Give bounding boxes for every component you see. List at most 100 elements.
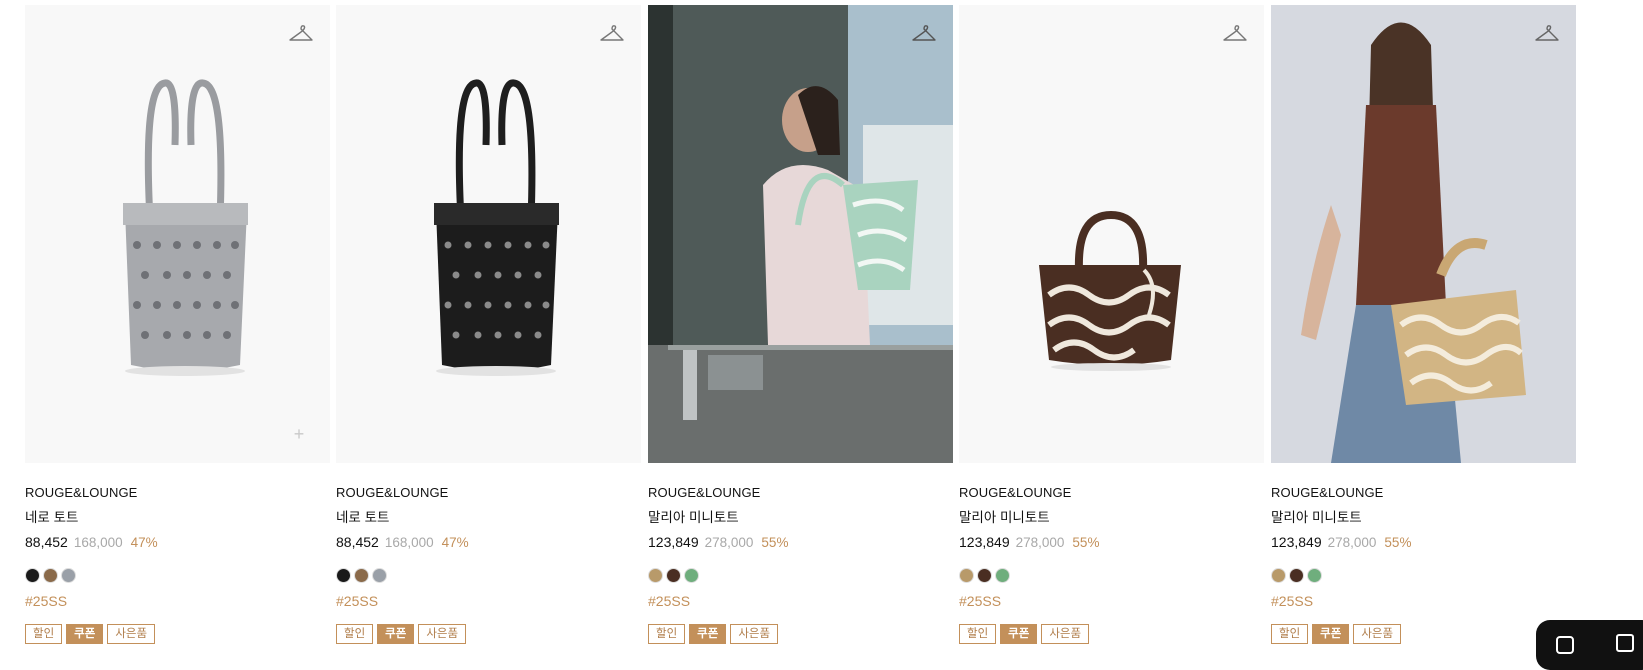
coupon-chip: 쿠폰 <box>689 624 727 644</box>
product-card[interactable]: ROUGE&LOUNGE 말리아 미니토트 123,849 278,000 55% … <box>648 5 953 644</box>
discount-chip: 할인 <box>959 624 997 644</box>
discount-chip: 할인 <box>336 624 374 644</box>
coupon-chip: 쿠폰 <box>1312 624 1350 644</box>
product-image[interactable] <box>1271 5 1576 463</box>
original-price: 168,000 <box>384 535 434 550</box>
color-swatches <box>648 568 953 583</box>
product-card[interactable]: ROUGE&LOUNGE 말리아 미니토트 123,849 278,000 55% … <box>959 5 1264 644</box>
color-swatch[interactable] <box>354 568 369 583</box>
discount-rate: 55% <box>1384 535 1412 550</box>
hanger-icon[interactable] <box>288 23 314 45</box>
model-mint-tote-image <box>648 5 953 463</box>
brand-name[interactable]: ROUGE&LOUNGE <box>1271 485 1576 501</box>
color-swatch[interactable] <box>648 568 663 583</box>
price-row: 123,849 278,000 55% <box>959 533 1264 551</box>
product-name[interactable]: 말리아 미니토트 <box>648 509 953 526</box>
color-swatch[interactable] <box>684 568 699 583</box>
hashtag[interactable]: #25SS <box>959 592 1264 610</box>
discount-chip: 할인 <box>1271 624 1309 644</box>
product-card[interactable]: + ROUGE&LOUNGE 네로 토트 88,452 168,000 47% #2… <box>25 5 330 644</box>
coupon-chip: 쿠폰 <box>1000 624 1038 644</box>
product-name[interactable]: 말리아 미니토트 <box>959 509 1264 526</box>
product-card[interactable]: ROUGE&LOUNGE 네로 토트 88,452 168,000 47% #25S… <box>336 5 641 644</box>
color-swatch[interactable] <box>25 568 40 583</box>
gift-chip: 사은품 <box>1353 624 1402 644</box>
product-grid: + ROUGE&LOUNGE 네로 토트 88,452 168,000 47% #2… <box>0 0 1643 670</box>
color-swatches <box>336 568 641 583</box>
sale-price: 88,452 <box>25 534 68 550</box>
hanger-icon[interactable] <box>911 23 937 45</box>
original-price: 168,000 <box>73 535 123 550</box>
price-row: 123,849 278,000 55% <box>1271 533 1576 551</box>
color-swatches <box>25 568 330 583</box>
benefit-chips: 할인 쿠폰 사은품 <box>336 624 641 644</box>
brand-name[interactable]: ROUGE&LOUNGE <box>25 485 330 501</box>
product-name[interactable]: 네로 토트 <box>25 509 330 526</box>
discount-chip: 할인 <box>648 624 686 644</box>
price-row: 88,452 168,000 47% <box>25 533 330 551</box>
color-swatch[interactable] <box>995 568 1010 583</box>
brand-name[interactable]: ROUGE&LOUNGE <box>959 485 1264 501</box>
coupon-chip: 쿠폰 <box>377 624 415 644</box>
price-row: 88,452 168,000 47% <box>336 533 641 551</box>
price-row: 123,849 278,000 55% <box>648 533 953 551</box>
discount-rate: 55% <box>761 535 789 550</box>
product-name[interactable]: 네로 토트 <box>336 509 641 526</box>
black-bead-tote-image <box>336 5 641 463</box>
color-swatch[interactable] <box>43 568 58 583</box>
plus-icon[interactable]: + <box>291 425 307 443</box>
sale-price: 123,849 <box>648 534 699 550</box>
discount-chip: 할인 <box>25 624 63 644</box>
gift-chip: 사은품 <box>418 624 467 644</box>
original-price: 278,000 <box>1015 535 1065 550</box>
sale-price: 88,452 <box>336 534 379 550</box>
sale-price: 123,849 <box>1271 534 1322 550</box>
color-swatch[interactable] <box>1289 568 1304 583</box>
color-swatch[interactable] <box>1307 568 1322 583</box>
hanger-icon[interactable] <box>1534 23 1560 45</box>
product-image[interactable] <box>336 5 641 463</box>
discount-rate: 47% <box>130 535 158 550</box>
floating-action-bar[interactable] <box>1536 620 1643 670</box>
hashtag[interactable]: #25SS <box>1271 592 1576 610</box>
product-name[interactable]: 말리아 미니토트 <box>1271 509 1576 526</box>
product-image[interactable]: + <box>25 5 330 463</box>
hashtag[interactable]: #25SS <box>336 592 641 610</box>
color-swatch[interactable] <box>666 568 681 583</box>
product-image[interactable] <box>648 5 953 463</box>
benefit-chips: 할인 쿠폰 사은품 <box>25 624 330 644</box>
coupon-chip: 쿠폰 <box>66 624 104 644</box>
model-beige-tote-image <box>1271 5 1576 463</box>
color-swatch[interactable] <box>959 568 974 583</box>
original-price: 278,000 <box>1327 535 1377 550</box>
product-card[interactable]: ROUGE&LOUNGE 말리아 미니토트 123,849 278,000 55% … <box>1271 5 1576 644</box>
brand-name[interactable]: ROUGE&LOUNGE <box>648 485 953 501</box>
benefit-chips: 할인 쿠폰 사은품 <box>959 624 1264 644</box>
gift-chip: 사은품 <box>107 624 156 644</box>
hashtag[interactable]: #25SS <box>648 592 953 610</box>
color-swatch[interactable] <box>61 568 76 583</box>
color-swatch[interactable] <box>372 568 387 583</box>
color-swatches <box>959 568 1264 583</box>
share-icon[interactable] <box>1556 636 1574 654</box>
gift-chip: 사은품 <box>730 624 779 644</box>
hashtag[interactable]: #25SS <box>25 592 330 610</box>
discount-rate: 55% <box>1072 535 1100 550</box>
hanger-icon[interactable] <box>1222 23 1248 45</box>
silver-bead-tote-image <box>25 5 330 463</box>
product-image[interactable] <box>959 5 1264 463</box>
hanger-icon[interactable] <box>599 23 625 45</box>
gift-chip: 사은품 <box>1041 624 1090 644</box>
sale-price: 123,849 <box>959 534 1010 550</box>
color-swatch[interactable] <box>336 568 351 583</box>
color-swatch[interactable] <box>977 568 992 583</box>
gift-icon[interactable] <box>1616 634 1634 652</box>
color-swatches <box>1271 568 1576 583</box>
color-swatch[interactable] <box>1271 568 1286 583</box>
brown-mini-tote-image <box>959 5 1264 463</box>
benefit-chips: 할인 쿠폰 사은품 <box>1271 624 1576 644</box>
discount-rate: 47% <box>441 535 469 550</box>
original-price: 278,000 <box>704 535 754 550</box>
brand-name[interactable]: ROUGE&LOUNGE <box>336 485 641 501</box>
benefit-chips: 할인 쿠폰 사은품 <box>648 624 953 644</box>
